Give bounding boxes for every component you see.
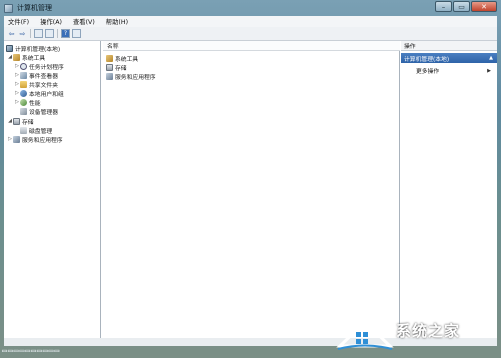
more-actions-item[interactable]: 更多操作 ▶ [416, 66, 494, 76]
action-group-header[interactable]: 计算机管理(本地) ▲ [401, 53, 497, 63]
properties-icon[interactable] [45, 29, 54, 38]
list-item[interactable]: 存储 [106, 63, 127, 72]
tree-item-label: 任务计划程序 [29, 64, 64, 71]
folder-icon [20, 80, 27, 88]
action-group-label: 计算机管理(本地) [404, 56, 450, 63]
clock-icon [20, 62, 27, 70]
tree-item-label: 计算机管理(本地) [15, 46, 61, 53]
tree-item-label: 事件查看器 [29, 73, 58, 80]
minimize-button[interactable]: – [435, 1, 452, 12]
list-item[interactable]: 服务和应用程序 [106, 72, 156, 81]
tree-item-label: 性能 [29, 100, 41, 107]
tree-item-label: 磁盘管理 [29, 128, 53, 135]
menu-file[interactable]: 文件(F) [8, 17, 29, 26]
tools-icon [106, 54, 113, 62]
column-header-label: 名称 [107, 44, 119, 50]
services-icon [106, 72, 113, 80]
action-pane-header: 操作 [401, 41, 497, 51]
bottom-watermark-strip: ▭▭▭▭▭▭▭▭▭▭ [2, 346, 61, 355]
tree-item-label: 共享文件夹 [29, 82, 58, 89]
list-item-label: 存储 [115, 65, 127, 72]
tree-item-label: 系统工具 [22, 55, 46, 62]
window-title: 计算机管理 [17, 4, 52, 12]
help-icon[interactable]: ? [61, 29, 70, 38]
action-pane: 操作 计算机管理(本地) ▲ 更多操作 ▶ [401, 41, 497, 338]
tree-item-label: 本地用户和组 [29, 91, 64, 98]
show-hide-action-pane-icon[interactable] [72, 29, 81, 38]
toolbar-separator [30, 29, 31, 38]
storage-icon [106, 63, 113, 71]
tree-item-services[interactable]: ▷ 服务和应用程序 [7, 135, 63, 144]
watermark-brand: 系统之家 [396, 322, 461, 340]
toolbar: ⇦ ⇨ ? [4, 27, 497, 41]
menu-view[interactable]: 查看(V) [73, 17, 95, 26]
menu-help[interactable]: 帮助(H) [106, 17, 128, 26]
show-hide-tree-icon[interactable] [34, 29, 43, 38]
tree-item-task-scheduler[interactable]: ▷ 任务计划程序 [14, 62, 64, 71]
tree-item-performance[interactable]: ▷ 性能 [14, 98, 41, 107]
users-icon [20, 89, 27, 97]
menu-bar: 文件(F) 操作(A) 查看(V) 帮助(H) [4, 16, 497, 27]
window-frame: 计算机管理 – ▭ ✕ 文件(F) 操作(A) 查看(V) 帮助(H) ⇦ ⇨ … [0, 0, 501, 358]
device-manager-icon [20, 107, 27, 115]
maximize-button[interactable]: ▭ [453, 1, 470, 12]
menu-action[interactable]: 操作(A) [40, 17, 62, 26]
title-bar: 计算机管理 – ▭ ✕ [0, 0, 501, 16]
tree-item-local-users[interactable]: ▷ 本地用户和组 [14, 89, 64, 98]
tree-item-label: 设备管理器 [29, 109, 58, 116]
more-actions-label: 更多操作 [416, 69, 440, 75]
tree-item-root[interactable]: 计算机管理(本地) [6, 44, 61, 53]
services-icon [13, 135, 20, 143]
watermark-logo-icon [336, 319, 394, 350]
tree-item-system-tools[interactable]: ◢ 系统工具 [7, 53, 46, 62]
list-item-label: 服务和应用程序 [115, 74, 156, 81]
event-viewer-icon [20, 71, 27, 79]
tree-item-event-viewer[interactable]: ▷ 事件查看器 [14, 71, 58, 80]
computer-icon [6, 44, 13, 52]
tree-item-disk-management[interactable]: 磁盘管理 [20, 126, 53, 135]
window-controls: – ▭ ✕ [435, 1, 497, 12]
collapse-caret-icon[interactable]: ▲ [489, 55, 493, 61]
tools-icon [13, 53, 20, 61]
submenu-arrow-icon: ▶ [487, 67, 491, 74]
tree-item-label: 服务和应用程序 [22, 137, 63, 144]
tree-item-storage[interactable]: ◢ 存储 [7, 117, 34, 126]
forward-arrow-icon[interactable]: ⇨ [18, 29, 27, 38]
tree-item-shared-folders[interactable]: ▷ 共享文件夹 [14, 80, 58, 89]
action-pane-title: 操作 [404, 44, 416, 50]
main-area: 计算机管理(本地) ◢ 系统工具 ▷ 任务计划程序 ▷ 事件查看器 ▷ 共享文件… [4, 41, 497, 338]
tree-item-device-manager[interactable]: 设备管理器 [20, 107, 58, 116]
console-tree: 计算机管理(本地) ◢ 系统工具 ▷ 任务计划程序 ▷ 事件查看器 ▷ 共享文件… [4, 41, 101, 338]
close-button[interactable]: ✕ [471, 1, 497, 12]
list-item-label: 系统工具 [115, 56, 139, 63]
toolbar-separator [57, 29, 58, 38]
tree-item-label: 存储 [22, 119, 34, 126]
list-item[interactable]: 系统工具 [106, 54, 139, 63]
storage-icon [13, 117, 20, 125]
performance-icon [20, 98, 27, 106]
content-list: 名称 系统工具 存储 服务和应用程序 [103, 41, 400, 338]
back-arrow-icon[interactable]: ⇦ [7, 29, 16, 38]
column-header-name[interactable]: 名称 [103, 41, 400, 51]
computer-management-icon [4, 3, 13, 13]
disk-icon [20, 126, 27, 134]
